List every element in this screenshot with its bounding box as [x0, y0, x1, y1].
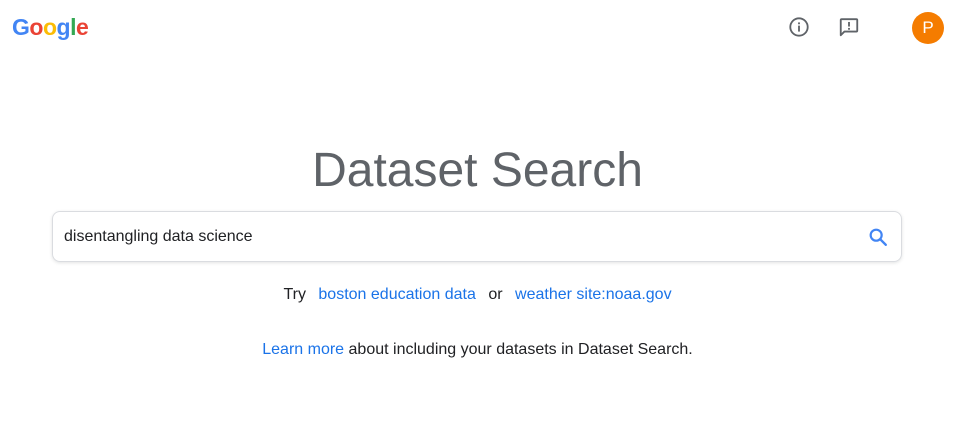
suggestions: Try boston education data or weather sit… [0, 286, 955, 304]
info-icon [789, 17, 809, 37]
logo-letter: o [29, 14, 43, 40]
suggestions-prefix: Try [283, 286, 306, 303]
logo-letter: g [56, 14, 71, 40]
suggestion-link-weather[interactable]: weather site:noaa.gov [515, 286, 672, 303]
account-avatar[interactable]: P [912, 12, 944, 44]
search-icon [869, 228, 887, 246]
logo-letter: G [12, 14, 30, 40]
suggestions-separator: or [488, 286, 503, 303]
learn-more-line: Learn more about including your datasets… [0, 341, 955, 359]
feedback-icon [839, 18, 859, 37]
search-input[interactable] [53, 212, 855, 261]
page: Google P Dataset Search Try [0, 0, 959, 426]
feedback-button[interactable] [835, 13, 863, 41]
learn-more-link[interactable]: Learn more [262, 341, 344, 358]
search-box [52, 211, 902, 262]
logo-letter: o [42, 14, 57, 40]
suggestion-link-boston[interactable]: boston education data [318, 286, 475, 303]
learn-more-text: about including your datasets in Dataset… [348, 341, 693, 358]
avatar-initial: P [922, 18, 934, 37]
page-title: Dataset Search [312, 144, 643, 197]
logo-letter: e [75, 14, 89, 40]
info-button[interactable] [785, 13, 813, 41]
search-button[interactable] [855, 214, 901, 260]
google-logo[interactable]: Google [12, 14, 89, 41]
